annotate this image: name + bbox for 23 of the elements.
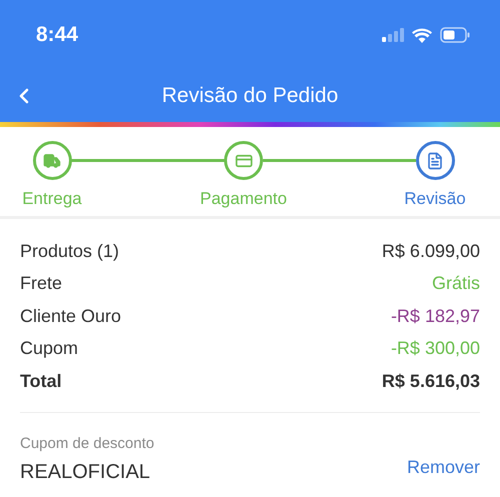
summary-label: Total	[20, 370, 62, 393]
coupon-code: REALOFICIAL	[20, 460, 152, 485]
step-label: Entrega	[22, 188, 82, 210]
summary-label: Frete	[20, 272, 62, 296]
summary-value: -R$ 300,00	[390, 337, 480, 360]
step-label: Pagamento	[200, 188, 287, 210]
battery-icon	[440, 27, 470, 43]
signal-icon	[382, 28, 404, 42]
page-title: Revisão do Pedido	[160, 83, 340, 110]
summary-value: Grátis	[432, 272, 480, 296]
remove-link[interactable]: Remover	[406, 454, 480, 481]
wifi-icon	[412, 28, 432, 42]
summary-label: Cupom	[20, 337, 78, 360]
document-icon	[426, 152, 444, 170]
summary-label: Cliente Ouro	[20, 304, 122, 328]
truck-icon	[43, 152, 61, 170]
coupon-label: Cupom de desconto	[20, 434, 154, 454]
status-time: 8:44	[36, 22, 78, 48]
summary-value: R$ 6.099,00	[382, 240, 480, 263]
summary-value: R$ 5.616,03	[382, 370, 480, 393]
step-label: Revisão	[404, 188, 466, 210]
summary-label: Produtos (1)	[20, 240, 120, 263]
summary-value: -R$ 182,97	[390, 304, 480, 328]
